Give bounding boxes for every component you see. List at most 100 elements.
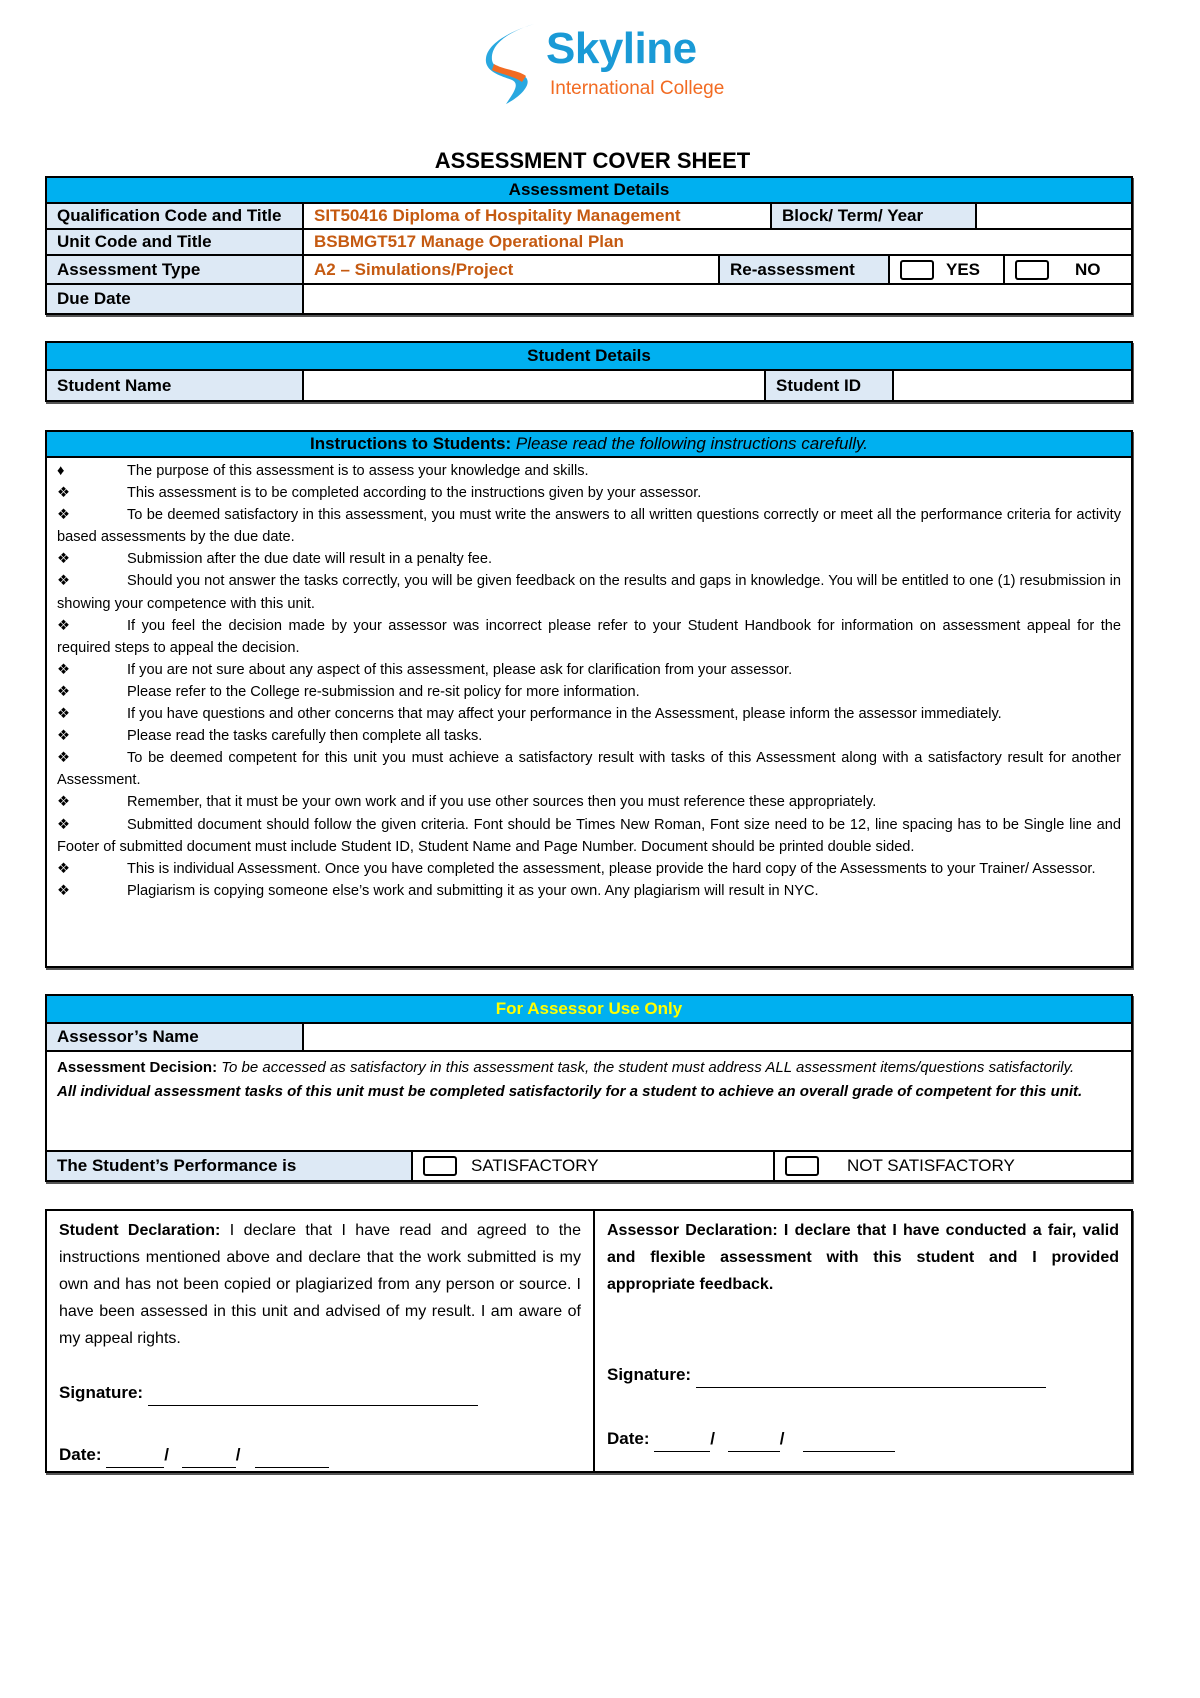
student-date-month[interactable] bbox=[181, 1449, 236, 1468]
instruction-item: ❖ If you have questions and other concern… bbox=[57, 703, 1121, 725]
not-satisfactory-option[interactable]: NOT SATISFACTORY bbox=[775, 1152, 1131, 1180]
satisfactory-option[interactable]: SATISFACTORY bbox=[413, 1152, 775, 1180]
instruction-item: ❖ Plagiarism is copying someone else’s wo… bbox=[57, 880, 1121, 902]
bullet-icon: ❖ bbox=[57, 551, 71, 568]
student-details-header: Student Details bbox=[47, 343, 1131, 371]
assessor-signature-row: Signature: bbox=[607, 1361, 1046, 1388]
instruction-item: ❖ Submitted document should follow the gi… bbox=[57, 814, 1121, 858]
assessor-date-day[interactable] bbox=[654, 1433, 711, 1452]
not-satisfactory-label: NOT SATISFACTORY bbox=[847, 1156, 1015, 1175]
instruction-text: To be deemed competent for this unit you… bbox=[57, 750, 1121, 789]
instruction-item: ❖ Should you not answer the tasks correct… bbox=[57, 570, 1121, 614]
instruction-item: ❖ Please refer to the College re-submissi… bbox=[57, 681, 1121, 703]
student-name-field[interactable] bbox=[304, 371, 766, 400]
instruction-text: Submitted document should follow the giv… bbox=[57, 816, 1121, 855]
instruction-item: ❖ This assessment is to be completed acco… bbox=[57, 482, 1121, 504]
instruction-item: ❖ If you feel the decision made by your a… bbox=[57, 615, 1121, 659]
student-date-year[interactable] bbox=[255, 1449, 330, 1468]
instruction-text: This assessment is to be completed accor… bbox=[127, 485, 702, 502]
instruction-item: ❖ If you are not sure about any aspect of… bbox=[57, 659, 1121, 681]
instruction-item: ❖ This is individual Assessment. Once you… bbox=[57, 858, 1121, 880]
assessment-details-header: Assessment Details bbox=[47, 178, 1131, 204]
instruction-text: Please refer to the College re-submissio… bbox=[127, 683, 640, 700]
skyline-swirl-icon bbox=[485, 24, 534, 104]
student-declaration-label: Student Declaration: bbox=[59, 1222, 221, 1239]
decision-note: All individual assessment tasks of this … bbox=[57, 1083, 1083, 1100]
instructions-subtitle: Please read the following instructions c… bbox=[515, 434, 869, 453]
student-declaration: Student Declaration: I declare that I ha… bbox=[47, 1211, 595, 1471]
assessor-date-month[interactable] bbox=[727, 1433, 780, 1452]
instruction-text: Remember, that it must be your own work … bbox=[127, 794, 877, 811]
no-checkbox[interactable] bbox=[1015, 259, 1049, 280]
not-satisfactory-checkbox[interactable] bbox=[785, 1156, 819, 1176]
performance-label: The Student’s Performance is bbox=[47, 1152, 413, 1180]
assessor-signature-line[interactable] bbox=[695, 1369, 1046, 1388]
instructions-list: ♦ The purpose of this assessment is to as… bbox=[47, 458, 1131, 904]
student-declaration-text: I declare that I have read and agreed to… bbox=[59, 1222, 581, 1347]
bullet-icon: ❖ bbox=[57, 661, 71, 678]
decision-text: To be accessed as satisfactory in this a… bbox=[221, 1059, 1075, 1076]
assessor-date-row: Date: / / bbox=[607, 1425, 896, 1452]
yes-checkbox[interactable] bbox=[900, 259, 934, 280]
qualification-value[interactable]: SIT50416 Diploma of Hospitality Manageme… bbox=[304, 204, 772, 228]
college-logo: Skyline International College bbox=[484, 20, 734, 110]
satisfactory-checkbox[interactable] bbox=[423, 1156, 457, 1176]
student-id-field[interactable] bbox=[894, 371, 1131, 400]
qualification-label: Qualification Code and Title bbox=[47, 204, 304, 228]
instruction-text: Submission after the due date will resul… bbox=[127, 551, 493, 568]
bullet-icon: ❖ bbox=[57, 485, 71, 502]
page-title: ASSESSMENT COVER SHEET bbox=[434, 148, 751, 173]
student-date-day[interactable] bbox=[106, 1449, 165, 1468]
logo-subtitle: International College bbox=[550, 78, 725, 99]
block-term-year-label: Block/ Term/ Year bbox=[772, 204, 977, 228]
assessor-header: For Assessor Use Only bbox=[47, 996, 1131, 1024]
unit-value[interactable]: BSBMGT517 Manage Operational Plan bbox=[304, 230, 1131, 254]
instruction-item: ♦ The purpose of this assessment is to as… bbox=[57, 460, 1121, 482]
assessor-signature-label: Signature: bbox=[607, 1365, 692, 1384]
instruction-text: Please read the tasks carefully then com… bbox=[127, 728, 483, 745]
assessment-details-table: Assessment Details Qualification Code an… bbox=[45, 176, 1133, 315]
due-date-field[interactable] bbox=[304, 285, 1131, 313]
bullet-icon: ❖ bbox=[57, 882, 71, 899]
instruction-item: ❖ To be deemed competent for this unit yo… bbox=[57, 747, 1121, 791]
student-name-label: Student Name bbox=[47, 371, 304, 400]
instruction-text: This is individual Assessment. Once you … bbox=[127, 860, 1096, 877]
instructions-header: Instructions to Students: Please read th… bbox=[47, 432, 1131, 458]
assessor-declaration-label: Assessor Declaration: bbox=[607, 1222, 778, 1239]
instruction-text: Should you not answer the tasks correctl… bbox=[57, 573, 1121, 612]
instruction-text: Plagiarism is copying someone else’s wor… bbox=[127, 882, 819, 899]
no-label: NO bbox=[1075, 259, 1101, 279]
reassessment-no-option[interactable]: NO bbox=[1005, 256, 1131, 283]
instruction-item: ❖ Remember, that it must be your own work… bbox=[57, 791, 1121, 813]
student-details-table: Student Details Student Name Student ID bbox=[45, 341, 1133, 402]
student-id-label: Student ID bbox=[766, 371, 894, 400]
bullet-icon: ❖ bbox=[57, 816, 71, 833]
instruction-text: If you feel the decision made by your as… bbox=[57, 617, 1121, 656]
instructions-box: Instructions to Students: Please read th… bbox=[45, 430, 1133, 968]
assessment-type-label: Assessment Type bbox=[47, 256, 304, 283]
instruction-item: ❖ Please read the tasks carefully then co… bbox=[57, 725, 1121, 747]
bullet-icon: ❖ bbox=[57, 750, 71, 767]
bullet-icon: ❖ bbox=[57, 794, 71, 811]
bullet-icon: ❖ bbox=[57, 860, 71, 877]
student-signature-line[interactable] bbox=[147, 1387, 478, 1406]
declarations-box: Student Declaration: I declare that I ha… bbox=[45, 1209, 1133, 1473]
student-date-label: Date: bbox=[59, 1445, 102, 1464]
satisfactory-label: SATISFACTORY bbox=[471, 1156, 599, 1175]
bullet-icon: ❖ bbox=[57, 706, 71, 723]
assessor-name-field[interactable] bbox=[304, 1024, 1131, 1050]
instruction-item: ❖ To be deemed satisfactory in this asses… bbox=[57, 504, 1121, 548]
logo-wordmark: Skyline bbox=[546, 24, 697, 73]
student-date-row: Date: / / bbox=[59, 1441, 330, 1468]
instruction-text: To be deemed satisfactory in this assess… bbox=[57, 507, 1121, 546]
assessor-table: For Assessor Use Only Assessor’s Name As… bbox=[45, 994, 1133, 1182]
assessor-date-year[interactable] bbox=[803, 1433, 896, 1452]
bullet-icon: ❖ bbox=[57, 728, 71, 745]
student-signature-row: Signature: bbox=[59, 1379, 478, 1406]
block-term-year-field[interactable] bbox=[977, 204, 1131, 228]
unit-label: Unit Code and Title bbox=[47, 230, 304, 254]
reassessment-yes-option[interactable]: YES bbox=[890, 256, 1005, 283]
due-date-label: Due Date bbox=[47, 285, 304, 313]
assessment-type-value[interactable]: A2 – Simulations/Project bbox=[304, 256, 720, 283]
assessment-decision: Assessment Decision: To be accessed as s… bbox=[47, 1052, 1131, 1152]
